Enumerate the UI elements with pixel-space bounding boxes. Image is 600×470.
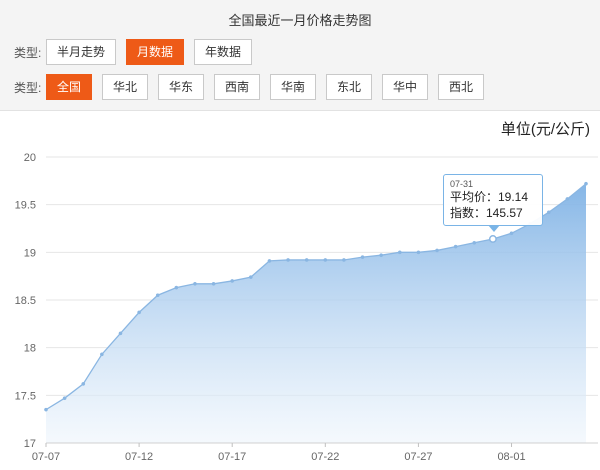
data-point [62, 396, 67, 401]
data-point [416, 250, 421, 255]
price-tooltip: 07-31 平均价：19.14 指数：145.57 [443, 174, 543, 232]
data-point [435, 248, 439, 253]
x-tick-label: 07-12 [125, 451, 153, 463]
data-point [211, 281, 216, 286]
x-tick-label: 08-01 [497, 451, 525, 463]
x-tick-label: 07-22 [311, 451, 339, 463]
y-tick-label: 20 [24, 152, 36, 164]
y-tick-label: 18.5 [15, 295, 36, 307]
y-tick-label: 19.5 [15, 200, 36, 212]
y-tick-label: 19 [24, 247, 36, 259]
data-point [44, 407, 48, 412]
y-tick-label: 18 [24, 343, 36, 355]
highlighted-data-point [488, 235, 497, 243]
data-point [397, 250, 402, 255]
data-point [584, 181, 588, 186]
data-point [360, 255, 365, 259]
x-tick-label: 07-07 [32, 451, 60, 463]
price-trend-chart: 17 17.5 18 18.5 19 19.5 20 07-07 07-12 07-17 07-22… [15, 152, 598, 463]
data-point [509, 231, 514, 236]
tooltip-index: 指数：145.57 [450, 206, 523, 220]
data-point [81, 382, 86, 386]
data-point [118, 331, 123, 336]
data-point [267, 259, 272, 263]
data-point [342, 258, 346, 262]
data-point [248, 275, 253, 279]
x-tick-label: 07-17 [218, 451, 246, 463]
y-tick-label: 17 [24, 438, 36, 450]
data-point [137, 310, 141, 315]
data-point [155, 293, 160, 298]
data-point [193, 281, 197, 286]
data-point [323, 258, 328, 262]
data-point [230, 279, 235, 283]
data-point [304, 258, 309, 262]
data-point [472, 240, 477, 245]
data-point [174, 285, 179, 290]
data-point [379, 253, 384, 258]
tooltip-date: 07-31 [450, 179, 474, 189]
y-tick-label: 17.5 [15, 390, 36, 402]
x-tick-label: 07-27 [404, 451, 432, 463]
data-point [453, 244, 458, 249]
data-point [286, 258, 290, 262]
tooltip-average-price: 平均价：19.14 [450, 190, 529, 204]
data-point [546, 210, 551, 215]
data-point [100, 352, 104, 357]
data-point [565, 197, 570, 201]
